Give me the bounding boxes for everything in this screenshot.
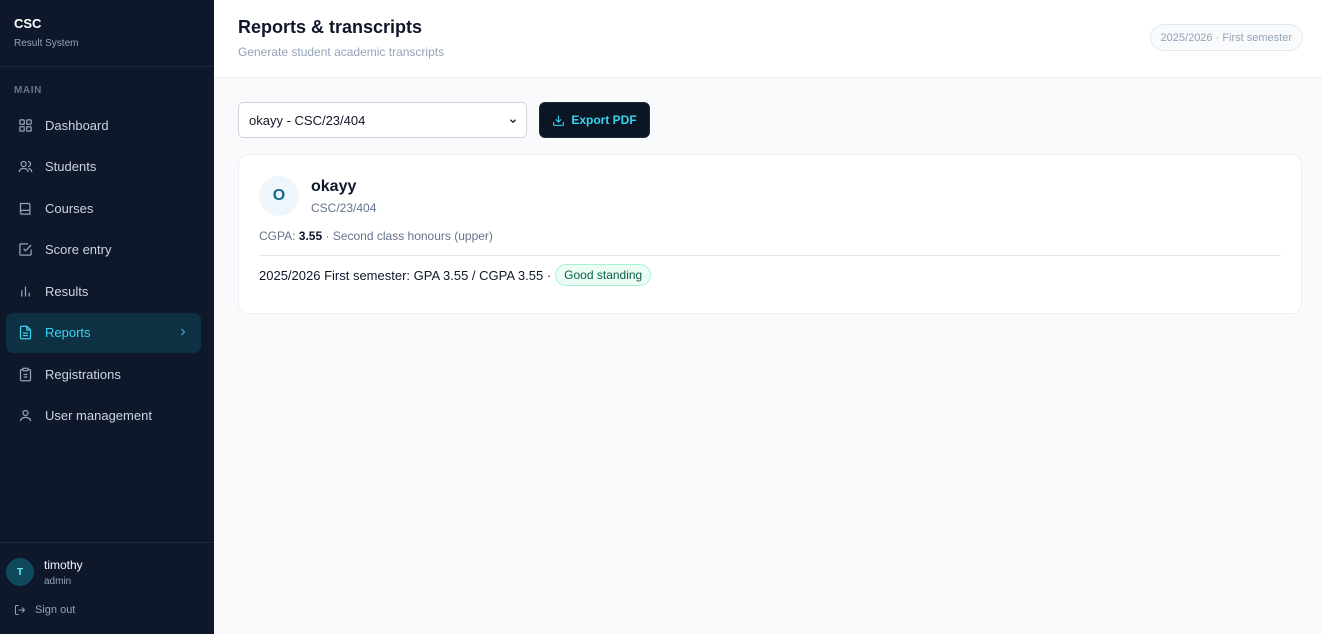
chevron-right-icon [181, 328, 186, 335]
student-name: okayy [311, 178, 357, 195]
status-badge: Good standing [555, 264, 652, 286]
cgpa-value: 3.55 [298, 229, 323, 243]
sidebar-nav: Dashboard Students Courses Score entry R… [6, 105, 201, 437]
sign-out-label: Sign out [35, 604, 76, 616]
export-pdf-button[interactable]: Export PDF [539, 102, 650, 138]
sidebar-item-students[interactable]: Students [6, 147, 201, 187]
sidebar-item-label: Reports [45, 325, 91, 340]
transcript-card: O okayy CSC/23/404 CGPA: 3.55 · Second c… [238, 154, 1302, 314]
sidebar-item-reports[interactable]: Reports [6, 312, 201, 353]
chevron-down-icon [510, 119, 516, 124]
export-pdf-label: Export PDF [571, 113, 637, 127]
student-avatar: O [259, 176, 299, 216]
user-icon [18, 408, 33, 423]
book-icon [18, 201, 33, 216]
brand: CSC Result System [0, 0, 214, 67]
sidebar-item-label: Results [45, 283, 89, 299]
sidebar-item-label: User management [45, 408, 152, 423]
avatar: T [6, 558, 34, 586]
user-role: admin [44, 576, 72, 587]
sidebar-item-courses[interactable]: Courses [6, 188, 201, 228]
sidebar-item-label: Dashboard [45, 117, 109, 133]
file-text-icon [18, 325, 33, 340]
user-block: T timothy admin Sign out [0, 542, 214, 634]
sidebar-item-label: Registrations [45, 366, 121, 382]
sidebar-item-dashboard[interactable]: Dashboard [6, 105, 201, 145]
grid-icon [18, 118, 33, 133]
class-of-degree: · Second class honours (upper) [325, 229, 493, 243]
cgpa-summary: CGPA: 3.55 · Second class honours (upper… [259, 229, 493, 243]
sidebar-item-score-entry[interactable]: Score entry [6, 230, 201, 270]
sidebar-item-label: Courses [45, 200, 94, 216]
sidebar: CSC Result System MAIN Dashboard Student… [0, 0, 214, 634]
page-title: Reports & transcripts [238, 17, 423, 37]
student-select-value: okayy - CSC/23/404 [249, 112, 366, 128]
user-name: timothy [44, 558, 83, 572]
student-matric: CSC/23/404 [311, 201, 377, 215]
main-content: Reports & transcripts Generate student a… [214, 0, 1322, 634]
bar-chart-icon [18, 284, 33, 299]
student-select[interactable]: okayy - CSC/23/404 [238, 102, 527, 138]
semester-summary: 2025/2026 First semester: GPA 3.55 / CGP… [259, 264, 652, 286]
semester-text: 2025/2026 First semester: GPA 3.55 / CGP… [259, 267, 552, 283]
sidebar-item-results[interactable]: Results [6, 271, 201, 311]
sign-out-button[interactable]: Sign out [14, 604, 75, 616]
sign-out-icon [15, 605, 26, 615]
users-icon [18, 159, 33, 174]
sidebar-item-user-management[interactable]: User management [6, 396, 201, 436]
report-toolbar: okayy - CSC/23/404 Export PDF [238, 102, 650, 138]
clipboard-icon [18, 367, 33, 382]
sidebar-item-label: Students [45, 159, 97, 174]
page-header: Reports & transcripts Generate student a… [214, 0, 1322, 78]
brand-subtitle: Result System [14, 38, 79, 49]
page-subtitle: Generate student academic transcripts [238, 45, 445, 59]
check-square-icon [18, 242, 33, 257]
brand-name: CSC [14, 16, 42, 31]
term-badge: 2025/2026 · First semester [1149, 24, 1303, 51]
sidebar-item-registrations[interactable]: Registrations [6, 354, 201, 394]
download-icon [553, 115, 565, 126]
divider [259, 255, 1281, 256]
cgpa-label: CGPA: [259, 229, 296, 243]
sidebar-section-label: MAIN [14, 85, 42, 96]
sidebar-item-label: Score entry [45, 242, 112, 257]
